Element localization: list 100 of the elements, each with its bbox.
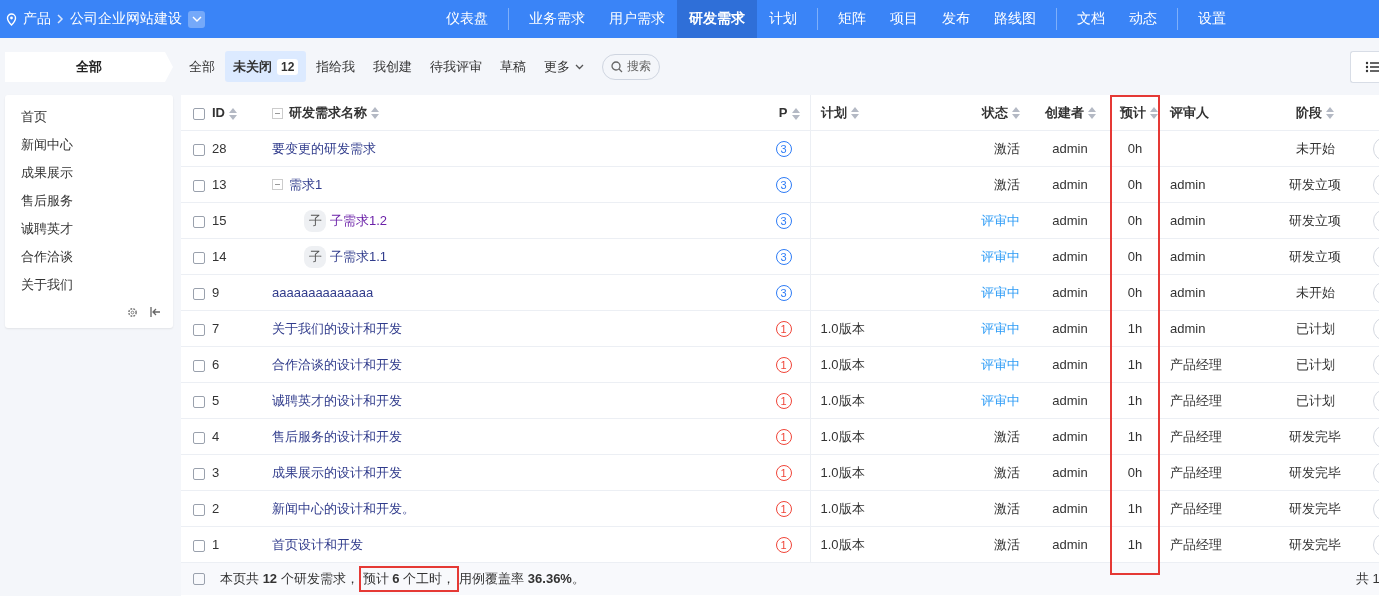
sidebar-item[interactable]: 成果展示: [5, 159, 173, 187]
column-header[interactable]: 状态: [982, 104, 1008, 120]
checkbox[interactable]: [193, 467, 205, 480]
product-name[interactable]: 公司企业网站建设: [70, 10, 182, 28]
filter-tab[interactable]: 更多: [536, 51, 593, 82]
checkbox[interactable]: [193, 503, 205, 516]
requirement-link[interactable]: 子需求1.1: [330, 247, 388, 266]
sidebar-item[interactable]: 售后服务: [5, 187, 173, 215]
column-header[interactable]: ID: [212, 105, 225, 120]
status-cell: 评审中: [981, 284, 1020, 300]
reviewer-cell: 产品经理: [1170, 464, 1222, 480]
requirement-link[interactable]: 售后服务的设计和开发: [272, 427, 402, 446]
checkbox[interactable]: [193, 539, 205, 552]
dropdown-button[interactable]: [188, 10, 205, 28]
requirement-link[interactable]: 合作洽谈的设计和开发: [272, 355, 402, 374]
view-list-button[interactable]: [1350, 50, 1379, 83]
plan-cell: 1.0版本: [820, 500, 865, 516]
collapse-icon[interactable]: [150, 307, 161, 317]
nav-tab[interactable]: 动态: [1117, 0, 1169, 38]
pager-text: 共 1: [1356, 570, 1379, 588]
checkbox[interactable]: [193, 107, 205, 120]
checkbox[interactable]: [193, 323, 205, 336]
creator-cell: admin: [1052, 393, 1088, 408]
sidebar-title[interactable]: 全部: [5, 52, 173, 82]
sort-icon[interactable]: [1326, 107, 1334, 120]
sort-icon[interactable]: [850, 107, 859, 120]
filter-tab[interactable]: 草稿: [492, 51, 535, 82]
requirement-link[interactable]: 成果展示的设计和开发: [272, 463, 402, 482]
column-header[interactable]: 评审人: [1170, 104, 1209, 120]
filter-tab[interactable]: 我创建: [365, 51, 421, 82]
requirement-link[interactable]: 新闻中心的设计和开发。: [272, 499, 415, 518]
plan-cell: 1.0版本: [820, 392, 865, 408]
nav-tab[interactable]: 仪表盘: [434, 0, 500, 38]
nav-tab[interactable]: 计划: [757, 0, 809, 38]
reviewer-cell: admin: [1170, 213, 1206, 228]
checkbox[interactable]: [193, 143, 205, 156]
stage-cell: 研发完毕: [1289, 500, 1341, 516]
sort-icon[interactable]: [1012, 107, 1020, 120]
requirement-link[interactable]: 需求1: [289, 175, 323, 194]
nav-tab[interactable]: 业务需求: [517, 0, 597, 38]
requirement-link[interactable]: 要变更的研发需求: [272, 139, 376, 158]
search-icon: [611, 60, 624, 73]
column-header[interactable]: P: [778, 105, 788, 120]
requirement-link[interactable]: 诚聘英才的设计和开发: [272, 391, 402, 410]
creator-cell: admin: [1052, 213, 1088, 228]
column-header[interactable]: 创建者: [1044, 104, 1084, 120]
nav-tab[interactable]: 项目: [878, 0, 930, 38]
requirement-link[interactable]: 子需求1.2: [330, 211, 388, 230]
settings-icon[interactable]: [127, 307, 138, 318]
checkbox[interactable]: [193, 431, 205, 444]
requirement-link[interactable]: 首页设计和开发: [272, 535, 363, 554]
estimate-cell: 0h: [1127, 177, 1143, 192]
filter-tab[interactable]: 全部: [181, 51, 223, 82]
requirement-link[interactable]: 关于我们的设计和开发: [272, 319, 402, 338]
stage-cell: 研发完毕: [1289, 464, 1341, 480]
checkbox[interactable]: [193, 573, 205, 585]
checkbox[interactable]: [193, 287, 205, 300]
nav-tab[interactable]: 矩阵: [826, 0, 878, 38]
reviewer-cell: admin: [1170, 321, 1206, 336]
sidebar-item[interactable]: 合作洽谈: [5, 243, 173, 271]
sort-icon[interactable]: [1150, 107, 1158, 120]
nav-tab[interactable]: 设置: [1186, 0, 1238, 38]
breadcrumb-link[interactable]: 产品: [23, 10, 51, 28]
checkbox[interactable]: [193, 215, 205, 228]
checkbox[interactable]: [193, 359, 205, 372]
nav-tab[interactable]: 研发需求: [677, 0, 757, 38]
estimate-cell: 0h: [1127, 285, 1143, 300]
count-badge: 12: [277, 58, 299, 75]
requirement-link[interactable]: aaaaaaaaaaaaaa: [272, 285, 374, 300]
sidebar-item[interactable]: 新闻中心: [5, 131, 173, 159]
status-cell: 评审中: [981, 356, 1020, 372]
checkbox[interactable]: [193, 395, 205, 408]
sidebar-item[interactable]: 诚聘英才: [5, 215, 173, 243]
id-cell: 14: [212, 249, 227, 264]
column-header[interactable]: 预计: [1120, 104, 1146, 120]
nav-tab[interactable]: 发布: [930, 0, 982, 38]
sort-icon[interactable]: [371, 107, 379, 120]
checkbox[interactable]: [193, 179, 205, 192]
sort-icon[interactable]: [1087, 107, 1096, 120]
reviewer-cell: admin: [1170, 177, 1206, 192]
filter-tab[interactable]: 未关闭 12: [225, 51, 307, 82]
estimate-cell: 1h: [1127, 429, 1143, 444]
collapse-all-icon[interactable]: [272, 107, 283, 119]
column-header[interactable]: 阶段: [1296, 104, 1322, 120]
nav-tab[interactable]: 用户需求: [597, 0, 677, 38]
checkbox[interactable]: [193, 251, 205, 264]
estimate-cell: 0h: [1127, 465, 1143, 480]
sort-icon[interactable]: [229, 107, 237, 120]
sort-icon[interactable]: [791, 107, 800, 120]
collapse-toggle-icon[interactable]: [272, 179, 283, 190]
sidebar-item[interactable]: 关于我们: [5, 271, 173, 299]
nav-tab[interactable]: 文档: [1065, 0, 1117, 38]
filter-tab[interactable]: 待我评审: [422, 51, 491, 82]
sidebar-item[interactable]: 首页: [5, 103, 173, 131]
nav-tab[interactable]: 路线图: [982, 0, 1048, 38]
column-header[interactable]: 计划: [820, 104, 847, 120]
estimate-cell: 0h: [1127, 141, 1143, 156]
column-header[interactable]: 研发需求名称: [289, 104, 367, 120]
filter-tab[interactable]: 指给我: [308, 51, 364, 82]
stage-cell: 已计划: [1295, 320, 1335, 336]
